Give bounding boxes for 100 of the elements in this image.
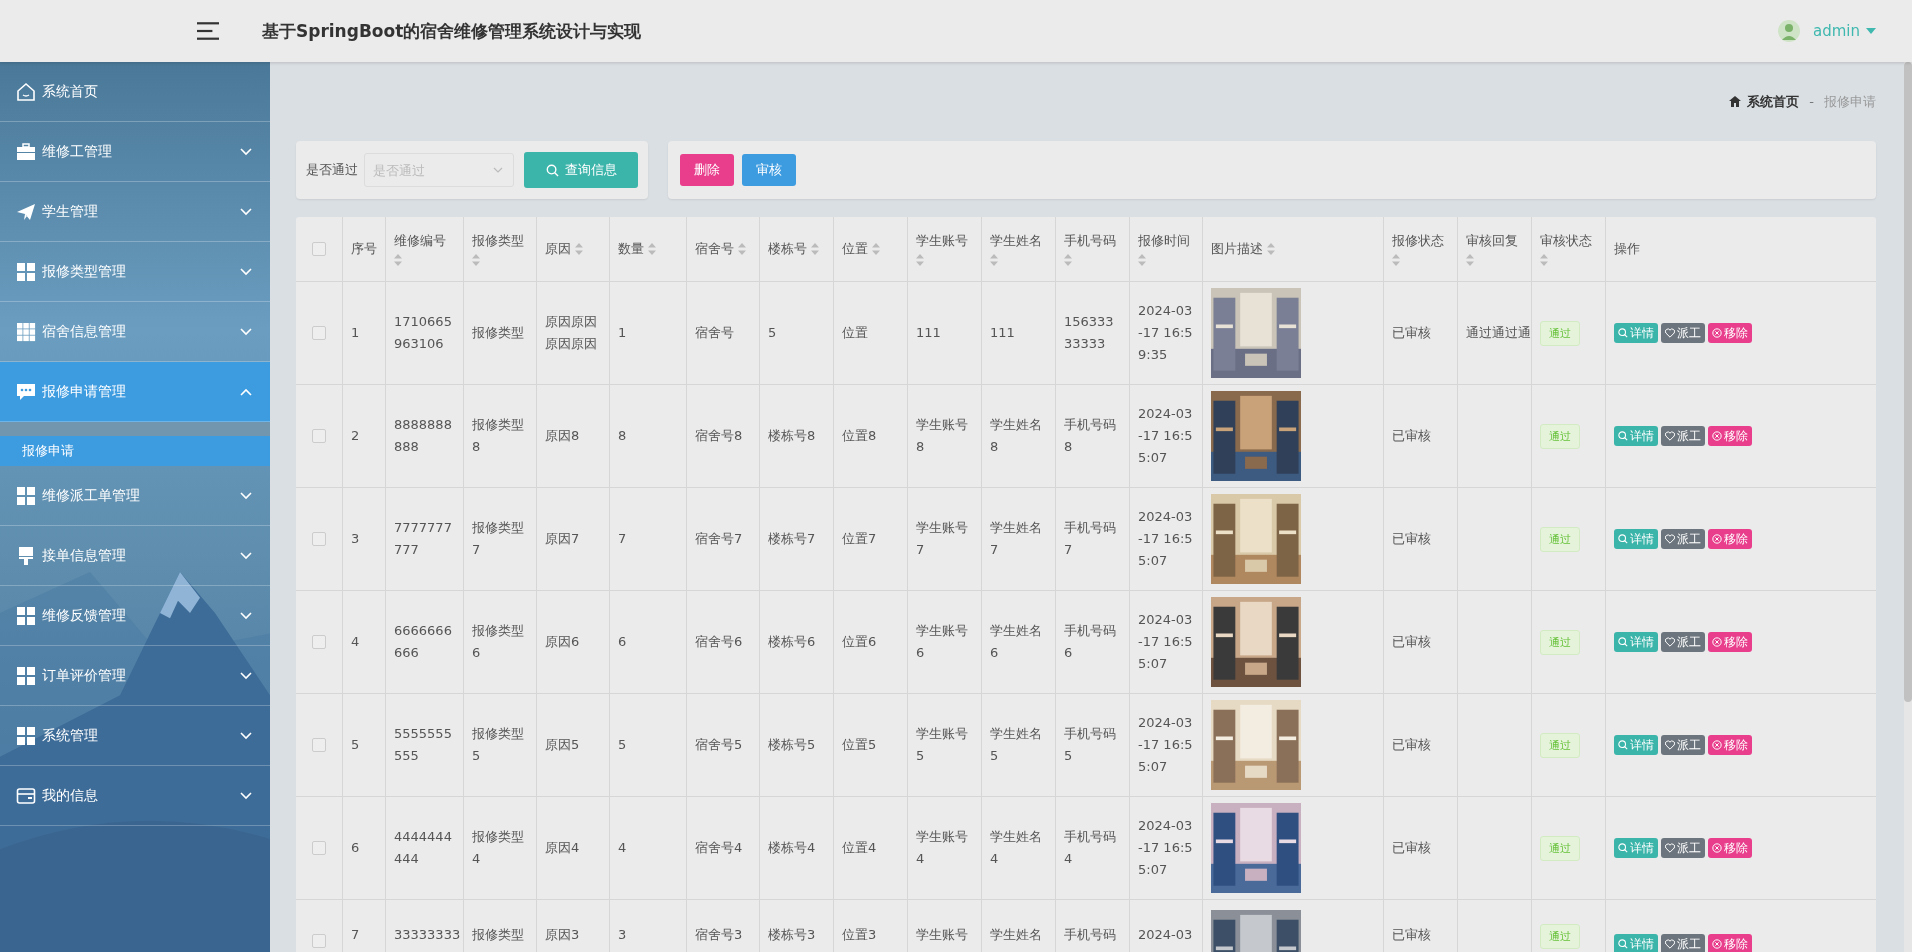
sidebar-item[interactable]: 维修派工单管理 (0, 466, 270, 526)
table-cell-text: 学生账号4 (916, 828, 969, 868)
remove-button[interactable]: 移除 (1708, 426, 1752, 446)
column-header[interactable]: 学生姓名 (990, 232, 1042, 250)
remove-button[interactable]: 移除 (1708, 323, 1752, 343)
sidebar-item[interactable]: 订单评价管理 (0, 646, 270, 706)
column-header[interactable]: 审核状态 (1540, 232, 1592, 250)
checkbox[interactable] (312, 841, 326, 855)
review-button[interactable]: 审核 (742, 154, 796, 186)
heart-icon (1665, 740, 1675, 750)
column-header[interactable]: 维修编号 (394, 232, 446, 250)
details-button[interactable]: 详情 (1614, 838, 1658, 858)
column-header[interactable]: 数量 (618, 240, 644, 258)
sort-icon[interactable] (1138, 254, 1146, 266)
scrollbar-thumb[interactable] (1904, 62, 1912, 702)
dispatch-button[interactable]: 派工 (1661, 426, 1705, 446)
details-button[interactable]: 详情 (1614, 735, 1658, 755)
table-cell-text: 宿舍号7 (695, 530, 743, 548)
table-cell-text: 3 (618, 926, 627, 944)
table-cell-text: 学生账号8 (916, 416, 969, 456)
column-header[interactable]: 宿舍号 (695, 240, 734, 258)
sidebar-item[interactable]: 维修工管理 (0, 122, 270, 182)
checkbox[interactable] (312, 326, 326, 340)
table-cell-text: 5 (618, 736, 627, 754)
details-button[interactable]: 详情 (1614, 323, 1658, 343)
column-header[interactable]: 原因 (545, 240, 571, 258)
column-header[interactable]: 学生账号 (916, 232, 968, 250)
table-cell-text: 手机号码7 (1064, 519, 1117, 559)
column-header[interactable]: 图片描述 (1211, 240, 1263, 258)
column-header[interactable]: 报修状态 (1392, 232, 1444, 250)
checkbox[interactable] (312, 738, 326, 752)
status-tag: 通过 (1540, 732, 1580, 758)
filter-label: 是否通过 (306, 161, 358, 179)
details-button[interactable]: 详情 (1614, 426, 1658, 446)
details-button[interactable]: 详情 (1614, 529, 1658, 549)
checkbox[interactable] (312, 532, 326, 546)
sidebar-item[interactable]: 系统首页 (0, 62, 270, 122)
search-button[interactable]: 查询信息 (524, 152, 638, 188)
sort-icon[interactable] (1064, 254, 1072, 266)
sort-icon[interactable] (1392, 254, 1400, 266)
column-header[interactable]: 位置 (842, 240, 868, 258)
details-button[interactable]: 详情 (1614, 632, 1658, 652)
column-header[interactable]: 手机号码 (1064, 232, 1116, 250)
status-tag: 通过 (1540, 835, 1580, 861)
sort-icon[interactable] (990, 254, 998, 266)
dispatch-button[interactable]: 派工 (1661, 735, 1705, 755)
sort-icon[interactable] (648, 243, 656, 255)
column-header[interactable]: 报修时间 (1138, 232, 1190, 250)
checkbox[interactable] (312, 934, 326, 948)
sidebar-item[interactable]: 学生管理 (0, 182, 270, 242)
sidebar-item[interactable]: 我的信息 (0, 766, 270, 826)
remove-button[interactable]: 移除 (1708, 735, 1752, 755)
delete-button[interactable]: 删除 (680, 154, 734, 186)
column-header[interactable]: 报修类型 (472, 232, 524, 250)
grid-icon (16, 321, 36, 342)
table-cell-text: 7 (618, 530, 627, 548)
sort-icon[interactable] (738, 243, 746, 255)
checkbox[interactable] (312, 242, 326, 256)
sort-icon[interactable] (394, 254, 402, 266)
menu-icon[interactable] (197, 22, 219, 40)
table-cell-text: 学生姓名8 (990, 416, 1043, 456)
sort-icon[interactable] (472, 254, 480, 266)
column-header[interactable]: 审核回复 (1466, 232, 1518, 250)
sort-icon[interactable] (916, 254, 924, 266)
sort-icon[interactable] (1540, 254, 1548, 266)
table-cell-text: 111 (916, 324, 941, 342)
dispatch-button[interactable]: 派工 (1661, 632, 1705, 652)
checkbox[interactable] (312, 635, 326, 649)
sort-icon[interactable] (1267, 243, 1275, 255)
table-cell-text: 15633333333 (1064, 313, 1115, 353)
caret-icon[interactable] (1866, 28, 1876, 34)
breadcrumb-link[interactable]: 系统首页 (1747, 92, 1800, 111)
details-button[interactable]: 详情 (1614, 934, 1658, 952)
remove-button[interactable]: 移除 (1708, 838, 1752, 858)
sidebar-item[interactable]: 接单信息管理 (0, 526, 270, 586)
sort-icon[interactable] (811, 243, 819, 255)
sidebar-item[interactable]: 系统管理 (0, 706, 270, 766)
remove-button[interactable]: 移除 (1708, 934, 1752, 952)
sort-icon[interactable] (575, 243, 583, 255)
sort-icon[interactable] (1466, 254, 1474, 266)
remove-button[interactable]: 移除 (1708, 529, 1752, 549)
column-header[interactable]: 楼栋号 (768, 240, 807, 258)
table-cell-text: 报修类型4 (472, 828, 525, 868)
table-cell-text: 2024-03-17 16:55:07 (1138, 508, 1194, 570)
checkbox[interactable] (312, 429, 326, 443)
sidebar-item[interactable]: 维修反馈管理 (0, 586, 270, 646)
table-cell-text: 楼栋号7 (768, 530, 816, 548)
dispatch-button[interactable]: 派工 (1661, 934, 1705, 952)
sidebar-item[interactable]: 报修申请管理 (0, 362, 270, 422)
dispatch-button[interactable]: 派工 (1661, 529, 1705, 549)
sidebar-item[interactable]: 报修类型管理 (0, 242, 270, 302)
home-icon (1729, 96, 1742, 107)
sidebar-subitem[interactable]: 报修申请 (0, 436, 270, 466)
remove-button[interactable]: 移除 (1708, 632, 1752, 652)
table-cell-text: 2024-03-17 16:55:07 (1138, 817, 1194, 879)
sort-icon[interactable] (872, 243, 880, 255)
dispatch-button[interactable]: 派工 (1661, 838, 1705, 858)
dispatch-button[interactable]: 派工 (1661, 323, 1705, 343)
table-cell-text: 宿舍号5 (695, 736, 743, 754)
chevron-down-icon (493, 167, 503, 173)
